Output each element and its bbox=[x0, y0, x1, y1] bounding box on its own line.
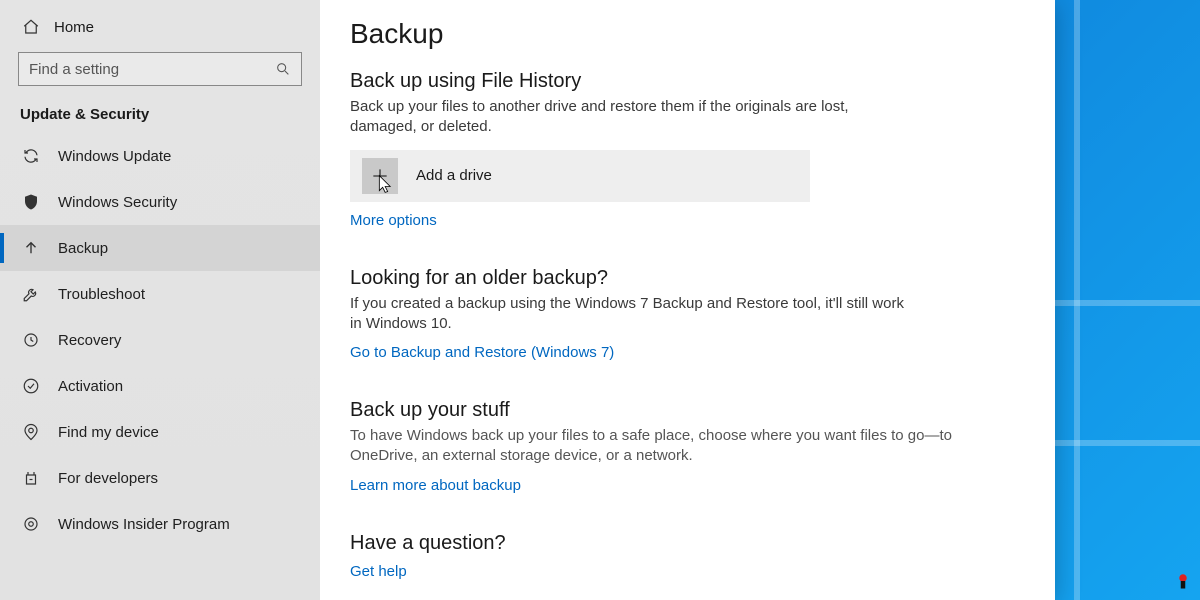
sidebar-item-backup[interactable]: Backup bbox=[0, 225, 320, 271]
more-options-link[interactable]: More options bbox=[350, 212, 437, 229]
sidebar-category-label: Update & Security bbox=[0, 100, 320, 133]
file-history-heading: Back up using File History bbox=[350, 70, 1025, 93]
question-section: Have a question? Get help bbox=[350, 532, 1025, 600]
sidebar-item-windows-update[interactable]: Windows Update bbox=[0, 133, 320, 179]
add-drive-label: Add a drive bbox=[416, 167, 492, 184]
search-icon bbox=[275, 61, 291, 77]
backup-stuff-section: Back up your stuff To have Windows back … bbox=[350, 399, 1025, 514]
sidebar-item-label: Backup bbox=[58, 240, 108, 257]
page-title: Backup bbox=[350, 18, 1025, 50]
sidebar-item-label: For developers bbox=[58, 470, 158, 487]
recovery-icon bbox=[22, 331, 40, 349]
backup-stuff-body: To have Windows back up your files to a … bbox=[350, 426, 990, 467]
sidebar-item-label: Windows Insider Program bbox=[58, 516, 230, 533]
older-backup-section: Looking for an older backup? If you crea… bbox=[350, 267, 1025, 382]
file-history-body: Back up your files to another drive and … bbox=[350, 97, 910, 138]
search-input[interactable] bbox=[29, 61, 275, 78]
older-backup-body: If you created a backup using the Window… bbox=[350, 294, 910, 335]
sidebar-item-label: Recovery bbox=[58, 332, 121, 349]
sidebar-item-windows-security[interactable]: Windows Security bbox=[0, 179, 320, 225]
watermark-icon bbox=[1174, 572, 1192, 594]
sync-icon bbox=[22, 147, 40, 165]
developer-icon bbox=[22, 469, 40, 487]
learn-more-backup-link[interactable]: Learn more about backup bbox=[350, 477, 521, 494]
home-label: Home bbox=[54, 19, 94, 36]
sidebar-item-label: Windows Security bbox=[58, 194, 177, 211]
search-input-wrapper[interactable] bbox=[18, 52, 302, 86]
question-heading: Have a question? bbox=[350, 532, 1025, 555]
check-circle-icon bbox=[22, 377, 40, 395]
sidebar: Home Update & Security Windows Update Wi… bbox=[0, 0, 320, 600]
sidebar-item-label: Find my device bbox=[58, 424, 159, 441]
sidebar-item-troubleshoot[interactable]: Troubleshoot bbox=[0, 271, 320, 317]
sidebar-item-for-developers[interactable]: For developers bbox=[0, 455, 320, 501]
backup-arrow-icon bbox=[22, 239, 40, 257]
sidebar-item-find-my-device[interactable]: Find my device bbox=[0, 409, 320, 455]
sidebar-item-label: Troubleshoot bbox=[58, 286, 145, 303]
settings-window: Home Update & Security Windows Update Wi… bbox=[0, 0, 1055, 600]
older-backup-heading: Looking for an older backup? bbox=[350, 267, 1025, 290]
wrench-icon bbox=[22, 285, 40, 303]
sidebar-item-activation[interactable]: Activation bbox=[0, 363, 320, 409]
home-button[interactable]: Home bbox=[0, 10, 320, 46]
insider-icon bbox=[22, 515, 40, 533]
cursor-icon bbox=[376, 174, 390, 192]
home-icon bbox=[22, 18, 40, 36]
backup-restore-win7-link[interactable]: Go to Backup and Restore (Windows 7) bbox=[350, 344, 614, 361]
add-drive-button[interactable]: Add a drive bbox=[350, 150, 810, 202]
plus-icon bbox=[362, 158, 398, 194]
sidebar-item-label: Windows Update bbox=[58, 148, 171, 165]
content-pane: Backup Back up using File History Back u… bbox=[320, 0, 1055, 600]
shield-icon bbox=[22, 193, 40, 211]
sidebar-item-insider-program[interactable]: Windows Insider Program bbox=[0, 501, 320, 547]
backup-stuff-heading: Back up your stuff bbox=[350, 399, 1025, 422]
get-help-link[interactable]: Get help bbox=[350, 563, 407, 580]
file-history-section: Back up using File History Back up your … bbox=[350, 70, 1025, 249]
sidebar-item-label: Activation bbox=[58, 378, 123, 395]
sidebar-item-recovery[interactable]: Recovery bbox=[0, 317, 320, 363]
location-icon bbox=[22, 423, 40, 441]
